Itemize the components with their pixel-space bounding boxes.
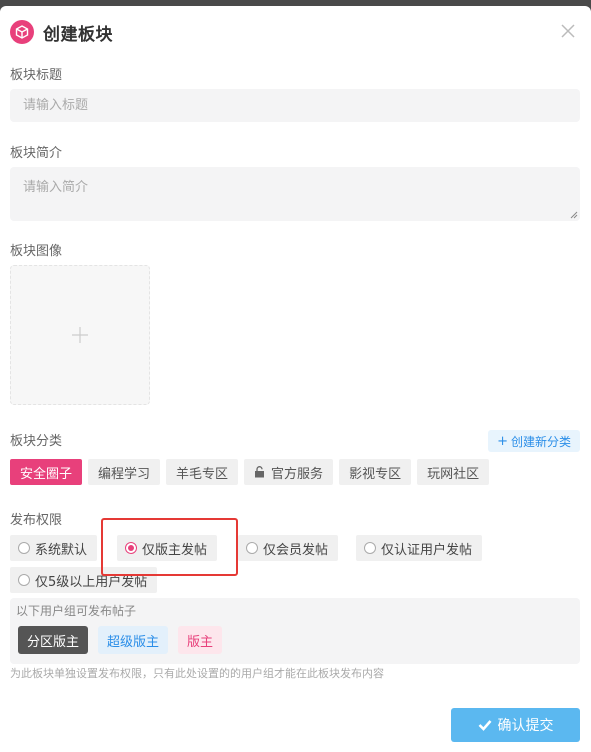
submit-label: 确认提交 [497,718,554,734]
radio-icon [18,542,30,554]
plus-icon [72,327,88,343]
lock-icon [255,466,265,478]
intro-textarea[interactable]: 请输入简介 [10,167,580,221]
category-tag[interactable]: 安全圈子 [10,459,83,485]
image-label: 板块图像 [10,244,63,259]
title-input[interactable]: 请输入标题 [10,89,580,122]
check-icon [478,720,491,731]
permission-option[interactable]: 系统默认 [10,535,98,561]
radio-icon [18,574,30,586]
user-group-box: 以下用户组可发布帖子 分区版主 超级版主 版主 [10,598,580,664]
category-tag[interactable]: 羊毛专区 [166,459,239,485]
category-tag[interactable]: 官方服务 [244,459,334,485]
radio-icon [364,542,376,554]
group-tag[interactable]: 版主 [178,626,223,654]
add-category-button[interactable]: + 创建新分类 [488,430,580,452]
intro-label: 板块简介 [10,146,63,161]
add-category-label: 创建新分类 [510,434,571,449]
resize-handle-icon[interactable] [570,211,578,219]
permission-option[interactable]: 仅认证用户发帖 [356,535,483,561]
dialog-title: 创建板块 [43,24,113,45]
category-tag[interactable]: 编程学习 [88,459,161,485]
category-list: 安全圈子 编程学习 羊毛专区 官方服务 影视专区 玩网社区 [10,459,490,485]
category-tag[interactable]: 玩网社区 [417,459,490,485]
create-board-dialog: 创建板块 板块标题 请输入标题 板块简介 请输入简介 板块图像 板块分类 + 创… [0,6,591,752]
title-label: 板块标题 [10,68,63,83]
dialog-header: 创建板块 [10,18,113,46]
radio-icon [246,542,258,554]
category-label: 板块分类 [10,434,63,449]
category-tag[interactable]: 影视专区 [339,459,412,485]
user-group-title: 以下用户组可发布帖子 [16,604,137,618]
image-upload[interactable] [10,265,150,405]
close-icon[interactable] [557,20,579,42]
group-tag[interactable]: 超级版主 [98,626,169,654]
permission-hint: 为此板块单独设置发布权限，只有此处设置的的用户组才能在此板块发布内容 [10,667,384,680]
group-tag[interactable]: 分区版主 [18,626,89,654]
cube-icon [10,20,34,44]
plus-icon: + [497,433,508,449]
intro-placeholder: 请输入简介 [23,180,89,195]
permission-option[interactable]: 仅会员发帖 [238,535,339,561]
permission-label: 发布权限 [10,513,63,528]
highlight-box [101,518,238,576]
submit-button[interactable]: 确认提交 [451,708,580,742]
